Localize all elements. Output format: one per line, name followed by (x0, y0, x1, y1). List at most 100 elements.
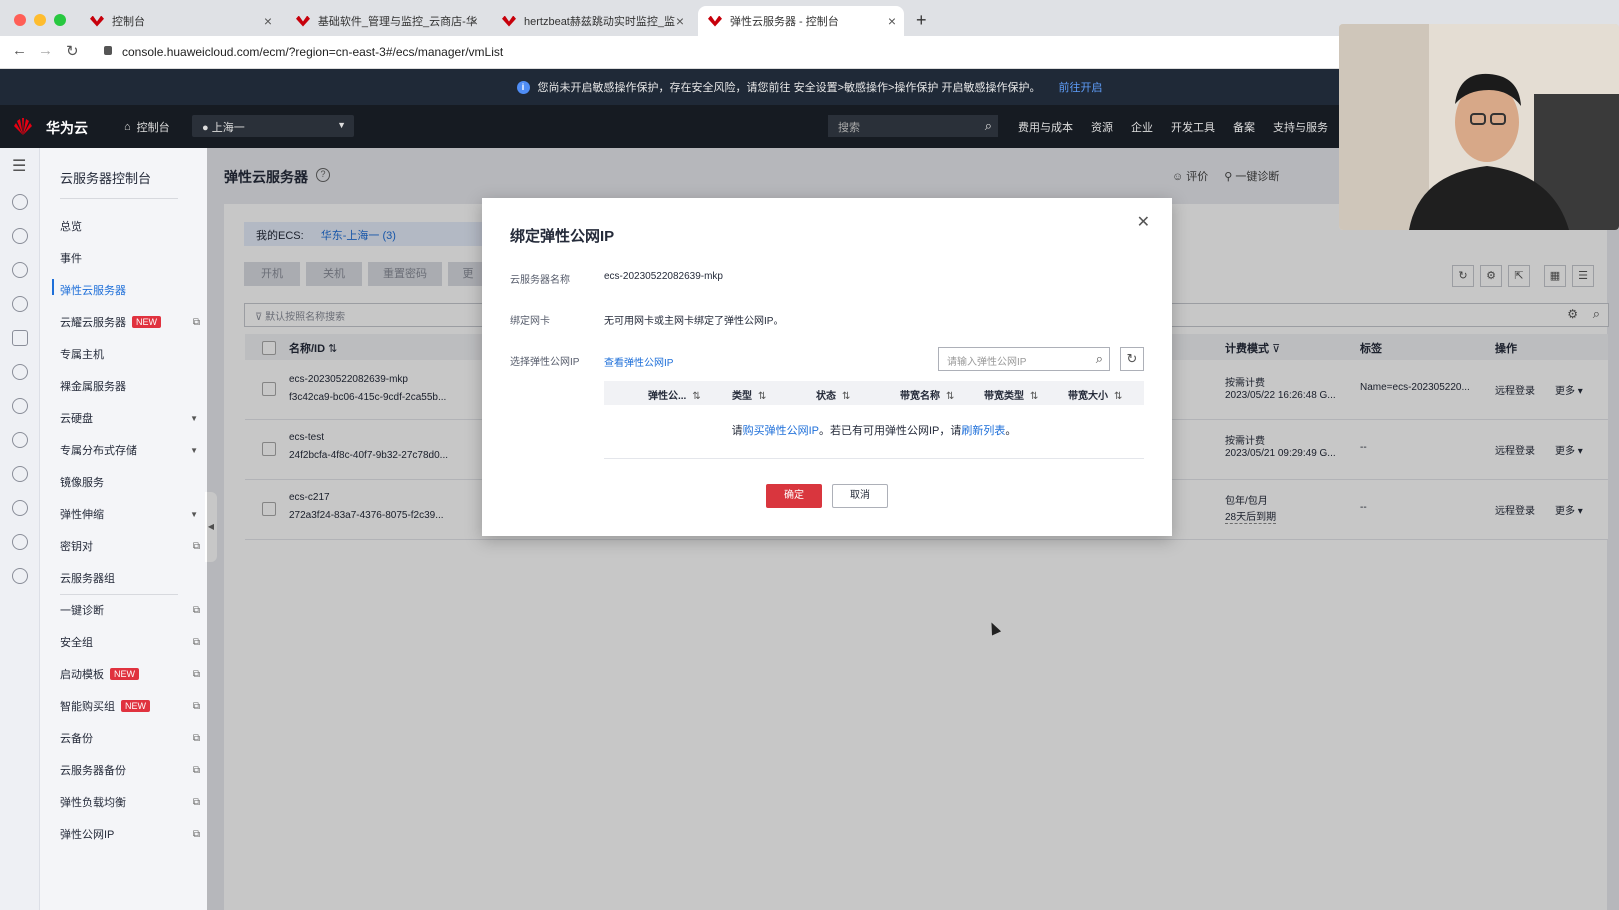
search-icon[interactable]: ⌕ (1096, 351, 1103, 367)
sidebar-item-elb[interactable]: 弹性负载均衡 ⧉ (60, 794, 200, 810)
back-icon[interactable]: ← (12, 42, 27, 59)
sidebar-item-flexus[interactable]: 云耀云服务器 NEW ⧉ (60, 314, 200, 330)
buy-eip-link[interactable]: 购买弹性公网IP (743, 425, 819, 437)
sidebar-item-ims[interactable]: 镜像服务 (60, 474, 200, 490)
sidebar-item-bare-metal[interactable]: 裸金属服务器 (60, 378, 200, 394)
search-icon[interactable]: ⌕ (985, 118, 992, 134)
refresh-list-link[interactable]: 刷新列表 (961, 425, 1005, 437)
sidebar-item-events[interactable]: 事件 (60, 250, 200, 266)
column-header-bandwidth-name[interactable]: 带宽名称 ⇅ (900, 387, 954, 402)
external-link-icon: ⧉ (192, 700, 200, 712)
dialog-title: 绑定弹性公网IP (510, 228, 615, 245)
console-home-link[interactable]: ⌂ 控制台 (124, 119, 170, 135)
url-field[interactable]: console.huaweicloud.com/ecm/?region=cn-e… (122, 45, 503, 59)
sort-icon[interactable]: ⇅ (842, 391, 850, 402)
sidebar-item-security-group[interactable]: 安全组 ⧉ (60, 634, 200, 650)
view-eip-link[interactable]: 查看弹性公网IP (604, 354, 673, 369)
column-header-status[interactable]: 状态 ⇅ (816, 387, 850, 402)
info-icon: i (516, 80, 530, 94)
empty-message: 请购买弹性公网IP。若已有可用弹性公网IP，请刷新列表。 (604, 422, 1144, 438)
sidebar-item-eip[interactable]: 弹性公网IP ⧉ (60, 826, 200, 842)
maximize-window-button[interactable] (54, 14, 66, 26)
tab-title: hertzbeat赫兹跳动实时监控_监 (524, 16, 675, 28)
browser-tab-4[interactable]: 弹性云服务器 - 控制台 × (698, 6, 904, 36)
nav-link-support[interactable]: 支持与服务 (1273, 119, 1328, 135)
close-tab-icon[interactable]: × (470, 13, 478, 29)
menu-icon[interactable]: ☰ (12, 156, 26, 176)
huawei-logo-icon[interactable] (12, 115, 34, 137)
browser-tab-1[interactable]: 控制台 × (80, 6, 280, 36)
nav-link-resources[interactable]: 资源 (1091, 119, 1113, 135)
cloud-storage-icon[interactable] (12, 262, 28, 278)
brand-name[interactable]: 华为云 (46, 118, 88, 138)
close-tab-icon[interactable]: × (676, 13, 684, 29)
sidebar-item-label: 云备份 (60, 733, 93, 745)
globe-icon[interactable] (12, 568, 28, 584)
sidebar-item-evs[interactable]: 云硬盘 ▼ (60, 410, 200, 426)
cloud-network-icon[interactable] (12, 364, 28, 380)
sidebar-item-label: 云服务器备份 (60, 765, 126, 777)
huawei-favicon-icon (708, 16, 722, 27)
external-link-icon: ⧉ (192, 636, 200, 648)
forward-icon[interactable]: → (38, 42, 53, 59)
sort-icon[interactable]: ⇅ (758, 391, 766, 402)
ip-icon[interactable] (12, 500, 28, 516)
sort-icon[interactable]: ⇅ (1030, 391, 1038, 402)
nav-link-cost[interactable]: 费用与成本 (1018, 119, 1073, 135)
column-header-bandwidth-size[interactable]: 带宽大小 ⇅ (1068, 387, 1122, 402)
sidebar-item-server-backup[interactable]: 云服务器备份 ⧉ (60, 762, 200, 778)
sidebar-item-smart-purchase[interactable]: 智能购买组 NEW ⧉ (60, 698, 200, 714)
reload-icon[interactable]: ↻ (66, 42, 79, 60)
sidebar-item-server-group[interactable]: 云服务器组 (60, 570, 200, 586)
sidebar-item-dss[interactable]: 专属分布式存储 ▼ (60, 442, 200, 458)
cloud-sync-icon[interactable] (12, 432, 28, 448)
cancel-button[interactable]: 取消 (832, 484, 888, 508)
bind-eip-dialog: 绑定弹性公网IP ✕ 云服务器名称 ecs-20230522082639-mkp… (482, 198, 1172, 536)
browser-tab-2[interactable]: 基础软件_管理与监控_云商店-华 × (286, 6, 486, 36)
close-window-button[interactable] (14, 14, 26, 26)
cloud-icon[interactable] (12, 228, 28, 244)
nav-link-filing[interactable]: 备案 (1233, 119, 1255, 135)
minimize-window-button[interactable] (34, 14, 46, 26)
anchor-icon[interactable] (12, 466, 28, 482)
refresh-icon[interactable]: ↻ (1120, 347, 1144, 371)
close-tab-icon[interactable]: × (888, 13, 896, 29)
confirm-button[interactable]: 确定 (766, 484, 822, 508)
sidebar-item-label: 弹性云服务器 (60, 285, 126, 297)
new-tab-button[interactable]: + (916, 10, 927, 31)
sort-icon[interactable]: ⇅ (946, 391, 954, 402)
external-link-icon: ⧉ (192, 764, 200, 776)
sidebar-item-diagnosis[interactable]: 一键诊断 ⧉ (60, 602, 200, 618)
cloud-server-icon[interactable] (12, 194, 28, 210)
nav-link-enterprise[interactable]: 企业 (1131, 119, 1153, 135)
sidebar-item-label: 云耀云服务器 (60, 317, 126, 329)
console-label: 控制台 (136, 122, 170, 134)
notice-enable-link[interactable]: 前往开启 (1058, 79, 1102, 95)
column-header-type[interactable]: 类型 ⇅ (732, 387, 766, 402)
monitor-icon[interactable] (12, 296, 28, 312)
sidebar-item-cbr[interactable]: 云备份 ⧉ (60, 730, 200, 746)
column-header-eip[interactable]: 弹性公... ⇅ (648, 387, 701, 402)
eip-search-input[interactable]: 请输入弹性公网IP ⌕ (938, 347, 1110, 371)
close-tab-icon[interactable]: × (264, 13, 272, 29)
column-header-bandwidth-type[interactable]: 带宽类型 ⇅ (984, 387, 1038, 402)
nav-link-devtools[interactable]: 开发工具 (1171, 119, 1215, 135)
sort-icon[interactable]: ⇅ (692, 391, 700, 402)
sidebar-item-autoscaling[interactable]: 弹性伸缩 ▼ (60, 506, 200, 522)
sidebar-item-ecs[interactable]: 弹性云服务器 (52, 279, 200, 298)
sidebar-divider (60, 198, 178, 199)
sidebar-item-dedicated-host[interactable]: 专属主机 (60, 346, 200, 362)
browser-tab-3[interactable]: hertzbeat赫兹跳动实时监控_监 × (492, 6, 692, 36)
sidebar-item-overview[interactable]: 总览 (60, 218, 200, 234)
home-icon: ⌂ (124, 121, 131, 133)
sidebar-item-keypair[interactable]: 密钥对 ⧉ (60, 538, 200, 554)
search-placeholder: 请输入弹性公网IP (947, 357, 1027, 368)
cloud-upload-icon[interactable] (12, 398, 28, 414)
close-icon[interactable]: ✕ (1137, 212, 1150, 232)
database-icon[interactable] (12, 330, 28, 346)
region-select[interactable]: ● 上海一 ▼ (192, 115, 354, 137)
cluster-icon[interactable] (12, 534, 28, 550)
sort-icon[interactable]: ⇅ (1114, 391, 1122, 402)
global-search-input[interactable]: 搜索 ⌕ (828, 115, 998, 137)
sidebar-item-launch-template[interactable]: 启动模板 NEW ⧉ (60, 666, 200, 682)
